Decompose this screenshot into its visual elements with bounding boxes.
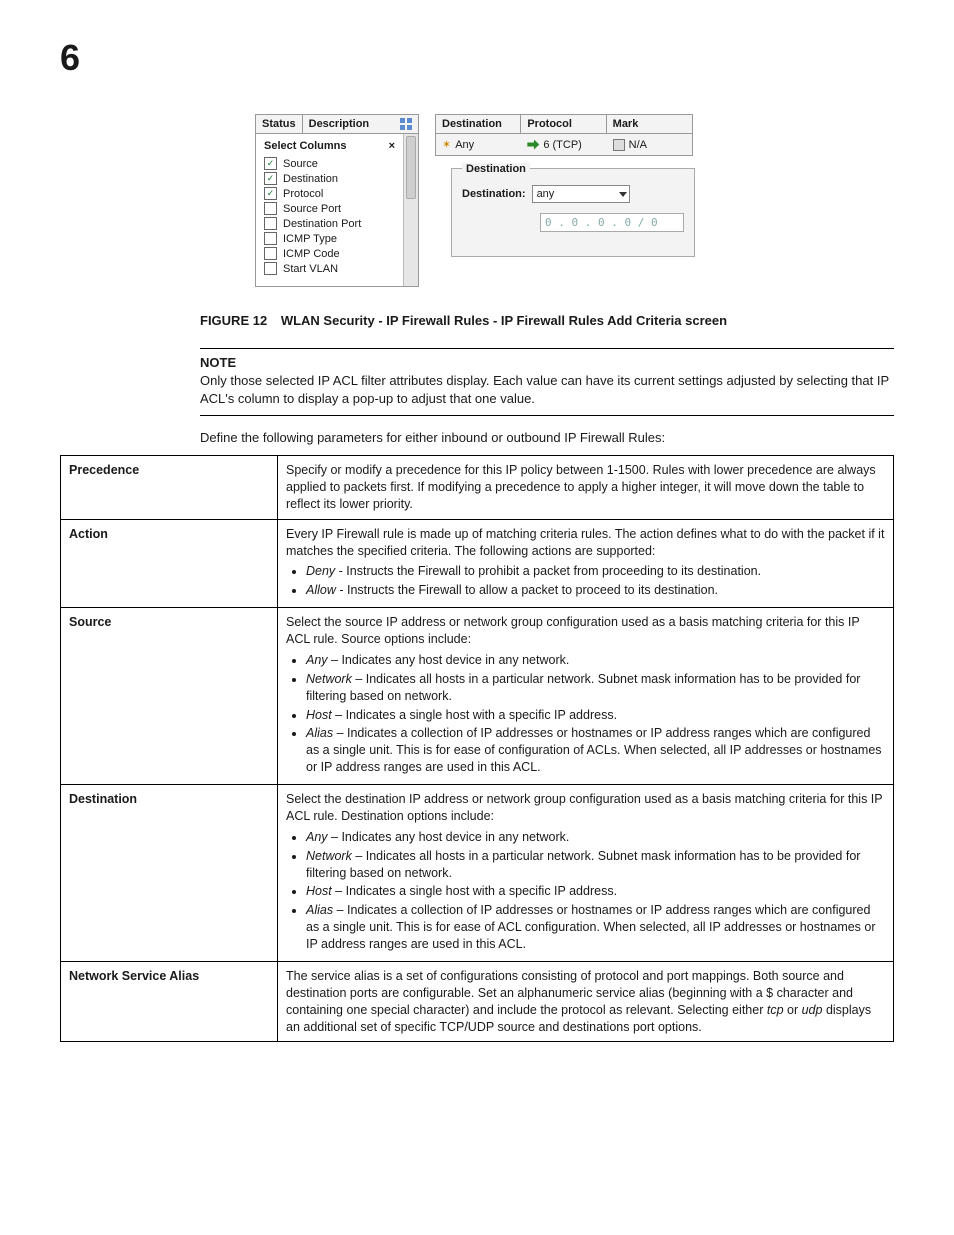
column-toggle[interactable]: Source Port	[264, 201, 395, 216]
param-name: Source	[61, 608, 278, 785]
param-desc: The service alias is a set of configurat…	[278, 961, 894, 1042]
destination-label: Destination:	[462, 188, 526, 200]
col-header-description[interactable]: Description	[303, 115, 418, 133]
select-columns-pane: Status Description Select Columns × ✓ Sou…	[255, 114, 419, 287]
checkbox-icon[interactable]	[264, 217, 277, 230]
ip-mask-input[interactable]: 0 . 0 . 0 . 0 / 0	[540, 213, 684, 232]
param-name: Action	[61, 519, 278, 608]
table-row: Action Every IP Firewall rule is made up…	[61, 519, 894, 608]
figure-label: FIGURE 12	[200, 313, 267, 328]
destination-dropdown[interactable]: any	[532, 185, 630, 203]
select-columns-title: Select Columns	[264, 140, 347, 152]
checkbox-icon[interactable]	[264, 247, 277, 260]
cell-destination[interactable]: ✶ Any	[436, 134, 521, 155]
checkbox-icon[interactable]	[613, 139, 625, 151]
col-header-mark[interactable]: Mark	[607, 115, 692, 134]
column-toggle[interactable]: Start VLAN	[264, 261, 395, 276]
table-row: Precedence Specify or modify a precedenc…	[61, 456, 894, 520]
intro-line: Define the following parameters for eith…	[200, 430, 894, 445]
destination-popup: Destination Destination: any 0 . 0 . 0 .…	[451, 168, 695, 257]
table-row: Destination Select the destination IP ad…	[61, 785, 894, 962]
note-block: NOTE Only those selected IP ACL filter a…	[200, 348, 894, 416]
column-toggle-label: Source	[283, 158, 318, 170]
chapter-number: 6	[60, 40, 894, 76]
column-toggle-label: Source Port	[283, 203, 341, 215]
cell-protocol[interactable]: 6 (TCP)	[521, 134, 606, 155]
chevron-down-icon	[619, 192, 627, 197]
column-toggle-label: Destination Port	[283, 218, 361, 230]
arrow-icon	[527, 140, 539, 150]
column-toggle-label: ICMP Code	[283, 248, 340, 260]
column-toggle[interactable]: ✓ Destination	[264, 171, 395, 186]
param-desc: Specify or modify a precedence for this …	[278, 456, 894, 520]
column-toggle-label: Protocol	[283, 188, 323, 200]
figure-caption: FIGURE 12 WLAN Security - IP Firewall Ru…	[200, 313, 894, 328]
column-toggle[interactable]: ✓ Protocol	[264, 186, 395, 201]
table-row: Network Service Alias The service alias …	[61, 961, 894, 1042]
param-name: Network Service Alias	[61, 961, 278, 1042]
cell-mark[interactable]: N/A	[607, 134, 692, 155]
col-header-protocol[interactable]: Protocol	[521, 115, 606, 134]
column-toggle[interactable]: ICMP Code	[264, 246, 395, 261]
checkbox-icon[interactable]	[264, 262, 277, 275]
column-toggle-label: ICMP Type	[283, 233, 337, 245]
checkbox-icon[interactable]	[264, 232, 277, 245]
embedded-screenshot: Status Description Select Columns × ✓ Sou…	[255, 114, 894, 287]
column-toggle[interactable]: ICMP Type	[264, 231, 395, 246]
param-desc: Select the destination IP address or net…	[278, 785, 894, 962]
grid-pane: Destination Protocol Mark ✶ Any 6 (TCP)	[435, 114, 695, 257]
column-toggle-label: Start VLAN	[283, 263, 338, 275]
scrollbar[interactable]	[403, 134, 418, 286]
column-toggle[interactable]: ✓ Source	[264, 156, 395, 171]
col-header-destination[interactable]: Destination	[436, 115, 521, 134]
param-name: Destination	[61, 785, 278, 962]
table-row: Source Select the source IP address or n…	[61, 608, 894, 785]
param-desc: Select the source IP address or network …	[278, 608, 894, 785]
columns-icon[interactable]	[400, 118, 412, 130]
column-toggle-label: Destination	[283, 173, 338, 185]
checkbox-icon[interactable]: ✓	[264, 157, 277, 170]
col-header-status[interactable]: Status	[256, 115, 303, 133]
note-body: Only those selected IP ACL filter attrib…	[200, 372, 894, 407]
checkbox-icon[interactable]: ✓	[264, 187, 277, 200]
figure-text: WLAN Security - IP Firewall Rules - IP F…	[281, 313, 727, 328]
destination-popup-title: Destination	[462, 163, 530, 175]
param-name: Precedence	[61, 456, 278, 520]
column-toggle[interactable]: Destination Port	[264, 216, 395, 231]
checkbox-icon[interactable]	[264, 202, 277, 215]
note-title: NOTE	[200, 355, 894, 370]
parameters-table: Precedence Specify or modify a precedenc…	[60, 455, 894, 1042]
param-desc: Every IP Firewall rule is made up of mat…	[278, 519, 894, 608]
checkbox-icon[interactable]: ✓	[264, 172, 277, 185]
close-icon[interactable]: ×	[389, 140, 395, 152]
